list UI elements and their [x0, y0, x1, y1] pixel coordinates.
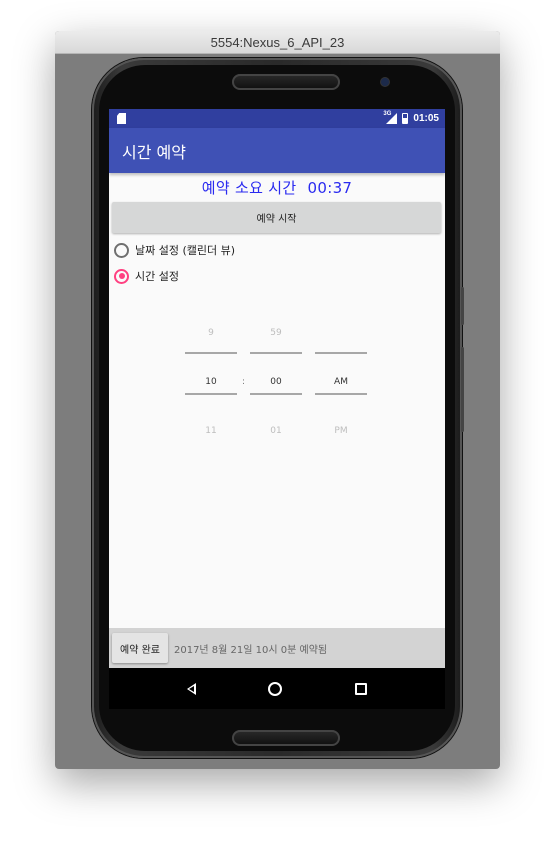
radio-checked-icon[interactable] — [114, 268, 129, 284]
elapsed-value: 00:37 — [307, 179, 353, 197]
reservation-result-text: 2017년 8월 21일 10시 0분 예약됨 — [173, 644, 328, 656]
radio-date-setting[interactable]: 날짜 설정 (캘린더 뷰) — [109, 237, 445, 263]
minute-spinner[interactable]: 59 00 01 — [250, 309, 302, 456]
app-bar: 시간 예약 — [109, 128, 445, 173]
elapsed-label: 예약 소요 시간 — [201, 179, 297, 197]
radio-unchecked-icon[interactable] — [114, 242, 129, 258]
elapsed-time: 예약 소요 시간 00:37 — [109, 177, 445, 199]
radio-group: 날짜 설정 (캘린더 뷰) 시간 설정 — [109, 237, 445, 289]
divider — [315, 393, 367, 395]
camera-icon — [381, 78, 389, 86]
hour-prev[interactable]: 9 — [185, 309, 237, 358]
volume-button[interactable] — [461, 347, 464, 432]
emulator-title: 5554:Nexus_6_API_23 — [55, 31, 500, 54]
ampm-selected[interactable]: AM — [315, 358, 367, 407]
home-icon[interactable] — [268, 681, 283, 696]
radio-label: 날짜 설정 (캘린더 뷰) — [135, 244, 236, 257]
time-picker: 9 10 11 : 59 00 01 AM PM — [109, 309, 445, 449]
divider — [185, 352, 237, 354]
radio-time-setting[interactable]: 시간 설정 — [109, 263, 445, 289]
bottom-speaker — [232, 730, 340, 746]
radio-label: 시간 설정 — [135, 270, 179, 283]
ampm-prev[interactable] — [315, 309, 367, 358]
bottom-bar: 예약 완료 2017년 8월 21일 10시 0분 예약됨 — [109, 628, 445, 668]
minute-prev[interactable]: 59 — [250, 309, 302, 358]
time-separator: : — [242, 377, 246, 387]
back-icon[interactable] — [187, 682, 197, 695]
ampm-next[interactable]: PM — [315, 407, 367, 456]
signal-icon: 3G — [383, 111, 398, 124]
divider — [315, 352, 367, 354]
battery-icon — [402, 113, 409, 124]
status-time: 01:05 — [413, 113, 439, 124]
device-screen: 3G 01:05 시간 예약 예약 소요 시간 00:37 예약 시작 날짜 설… — [109, 109, 445, 709]
hour-selected[interactable]: 10 — [185, 358, 237, 407]
hour-spinner[interactable]: 9 10 11 — [185, 309, 237, 456]
sd-card-icon — [117, 113, 126, 124]
network-type: 3G — [383, 111, 392, 117]
power-button[interactable] — [461, 287, 464, 325]
done-reservation-button[interactable]: 예약 완료 — [112, 633, 168, 663]
status-right: 3G 01:05 — [383, 111, 439, 124]
app-title: 시간 예약 — [122, 142, 186, 162]
divider — [185, 393, 237, 395]
navigation-bar — [109, 668, 445, 709]
minute-next[interactable]: 01 — [250, 407, 302, 456]
start-reservation-button[interactable]: 예약 시작 — [112, 202, 441, 233]
recents-icon[interactable] — [354, 682, 367, 695]
ampm-spinner[interactable]: AM PM — [315, 309, 367, 456]
top-speaker — [232, 74, 340, 90]
minute-selected[interactable]: 00 — [250, 358, 302, 407]
hour-next[interactable]: 11 — [185, 407, 237, 456]
status-bar: 3G 01:05 — [109, 109, 445, 128]
divider — [250, 393, 302, 395]
divider — [250, 352, 302, 354]
